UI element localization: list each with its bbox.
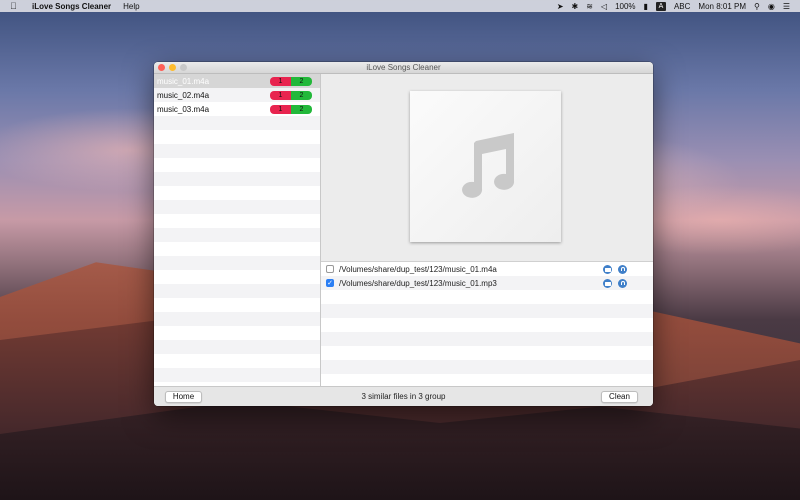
duplicate-path: /Volumes/share/dup_test/123/music_01.mp3 xyxy=(339,278,497,288)
file-list-item[interactable]: music_02.m4a 1 2 xyxy=(154,88,320,102)
red-count: 1 xyxy=(270,90,291,100)
file-name: music_03.m4a xyxy=(157,104,210,114)
green-count: 2 xyxy=(291,104,312,114)
minimize-window-button[interactable] xyxy=(169,64,176,71)
duplicate-count-badge: 1 2 xyxy=(270,104,312,114)
file-list[interactable]: music_01.m4a 1 2 music_02.m4a 1 2 music_… xyxy=(154,74,321,386)
spotlight-icon[interactable]: ⚲ xyxy=(754,2,760,11)
notification-center-icon[interactable]: ☰ xyxy=(783,2,790,11)
status-text: 3 similar files in 3 group xyxy=(361,392,446,401)
input-source-icon[interactable]: A xyxy=(655,1,666,11)
green-count: 2 xyxy=(291,76,312,86)
wifi-icon[interactable]: ≋ xyxy=(586,2,593,11)
green-count: 2 xyxy=(291,90,312,100)
close-window-button[interactable] xyxy=(158,64,165,71)
duplicate-path: /Volumes/share/dup_test/123/music_01.m4a xyxy=(339,264,497,274)
menu-app-name[interactable]: iLove Songs Cleaner xyxy=(32,2,111,11)
play-preview-icon[interactable] xyxy=(618,278,627,288)
play-preview-icon[interactable] xyxy=(618,264,627,274)
bluetooth-icon[interactable]: ✱ xyxy=(572,2,579,11)
file-name: music_01.m4a xyxy=(157,76,210,86)
apple-menu-icon[interactable]:  xyxy=(10,1,22,11)
album-art-area xyxy=(321,74,653,262)
duplicate-count-badge: 1 2 xyxy=(270,76,312,86)
window-content: music_01.m4a 1 2 music_02.m4a 1 2 music_… xyxy=(154,74,653,386)
duplicate-row[interactable]: ✓ /Volumes/share/dup_test/123/music_01.m… xyxy=(321,276,653,290)
reveal-in-finder-icon[interactable] xyxy=(603,278,612,288)
battery-icon[interactable]: ▮ xyxy=(644,2,648,11)
detail-pane: /Volumes/share/dup_test/123/music_01.m4a… xyxy=(321,74,653,386)
file-list-item[interactable]: music_03.m4a 1 2 xyxy=(154,102,320,116)
input-source-label[interactable]: ABC xyxy=(674,2,690,11)
reveal-in-finder-icon[interactable] xyxy=(603,264,612,274)
keep-checkbox[interactable]: ✓ xyxy=(326,279,334,287)
battery-percent[interactable]: 100% xyxy=(615,2,635,11)
row-actions xyxy=(603,264,627,274)
siri-icon[interactable]: ◉ xyxy=(768,2,775,11)
red-count: 1 xyxy=(270,76,291,86)
duplicate-file-list[interactable]: /Volumes/share/dup_test/123/music_01.m4a… xyxy=(321,262,653,386)
red-count: 1 xyxy=(270,104,291,114)
location-icon[interactable]: ➤ xyxy=(557,2,564,11)
file-list-item[interactable]: music_01.m4a 1 2 xyxy=(154,74,320,88)
menu-help[interactable]: Help xyxy=(123,2,139,11)
row-actions xyxy=(603,278,627,288)
window-title: iLove Songs Cleaner xyxy=(366,63,441,72)
keep-checkbox[interactable] xyxy=(326,265,334,273)
file-name: music_02.m4a xyxy=(157,90,210,100)
app-window: iLove Songs Cleaner music_01.m4a 1 2 mus… xyxy=(154,62,653,406)
bottom-toolbar: Home 3 similar files in 3 group Clean xyxy=(154,386,653,406)
duplicate-count-badge: 1 2 xyxy=(270,90,312,100)
album-art-placeholder xyxy=(410,91,561,242)
volume-icon[interactable]: ◁ xyxy=(601,2,607,11)
music-note-icon xyxy=(462,133,515,198)
menu-bar:  iLove Songs Cleaner Help ➤ ✱ ≋ ◁ 100% … xyxy=(0,0,800,12)
title-bar[interactable]: iLove Songs Cleaner xyxy=(154,62,653,74)
duplicate-row[interactable]: /Volumes/share/dup_test/123/music_01.m4a xyxy=(321,262,653,276)
clock[interactable]: Mon 8:01 PM xyxy=(698,2,746,11)
zoom-window-button[interactable] xyxy=(180,64,187,71)
clean-button[interactable]: Clean xyxy=(601,391,638,403)
home-button[interactable]: Home xyxy=(165,391,202,403)
window-controls xyxy=(158,64,187,71)
status-tray: ➤ ✱ ≋ ◁ 100% ▮ A ABC Mon 8:01 PM ⚲ ◉ ☰ xyxy=(557,1,790,11)
